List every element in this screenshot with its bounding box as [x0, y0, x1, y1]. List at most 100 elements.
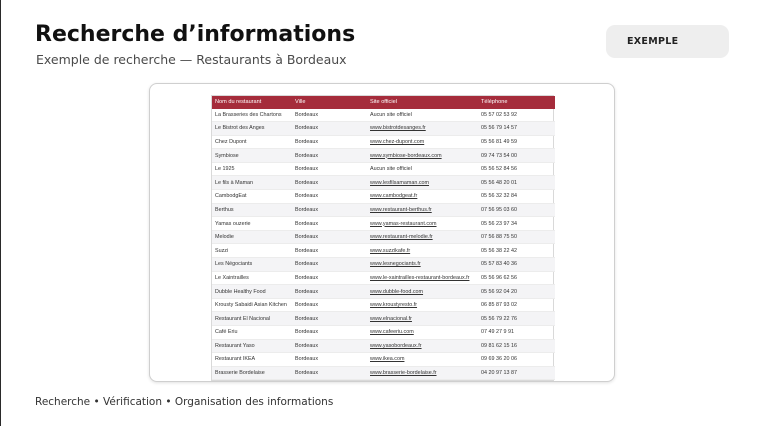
cell-restaurant-name: Dubble Healthy Food [212, 284, 292, 299]
website-link[interactable]: www.suzzikafe.fr [367, 243, 478, 259]
cell-restaurant-name: Café Eriu [212, 325, 292, 340]
cell-restaurant-name: Restaurant IKEA [212, 352, 292, 367]
cell-phone: 04 20 97 13 87 [478, 366, 555, 381]
cell-restaurant-name: Les Négociants [212, 257, 292, 272]
cell-phone: 05 56 38 22 42 [478, 243, 555, 259]
table-row: Suzzi Bordeaux www.suzzikafe.fr 05 56 38 22… [212, 243, 555, 259]
cell-city: Bordeaux [292, 162, 367, 177]
cell-restaurant-name: Krousty Sabaidi Asian Kitchen [212, 298, 292, 313]
cell-city: Bordeaux [292, 216, 367, 231]
table-row: Dubble Healthy Food Bordeaux www.dubble-fo… [212, 284, 555, 299]
table-row: Berthus Bordeaux www.restaurant-berthus.fr… [212, 203, 555, 218]
restaurant-table-sheet: Nom du restaurant Ville Site officiel Té… [211, 95, 555, 382]
website-link[interactable]: www.yamas-restaurant.com [367, 216, 478, 231]
cell-phone: 09 81 62 15 16 [478, 339, 555, 354]
cell-city: Bordeaux [292, 108, 367, 123]
cell-phone: 07 56 95 03 60 [478, 203, 555, 218]
cell-restaurant-name: Chez Dupont [212, 135, 292, 150]
page-subtitle: Exemple de recherche — Restaurants à Bor… [36, 52, 347, 67]
cell-city: Bordeaux [292, 339, 367, 354]
cell-city: Bordeaux [292, 311, 367, 326]
cell-phone: 05 56 79 14 57 [478, 121, 555, 136]
column-header-phone: Téléphone [478, 96, 555, 109]
cell-city: Bordeaux [292, 230, 367, 245]
website-link[interactable]: www.bistrotdesanges.fr [367, 121, 478, 136]
table-row: Chez Dupont Bordeaux www.chez-dupont.com 05… [212, 135, 555, 150]
cell-website: Aucun site officiel [367, 162, 478, 177]
cell-city: Bordeaux [292, 135, 367, 150]
website-link[interactable]: www.cambodgeat.fr [367, 189, 478, 204]
cell-city: Bordeaux [292, 271, 367, 286]
table-row: Krousty Sabaidi Asian Kitchen Bordeaux www… [212, 298, 555, 313]
table-body: La Brasseries des Chartons Bordeaux Aucun … [212, 108, 555, 381]
cell-phone: 09 74 73 54 00 [478, 148, 555, 163]
page-title: Recherche d’informations [35, 22, 356, 47]
table-row: Yamas ouzerie Bordeaux www.yamas-restauran… [212, 216, 555, 231]
table-row: Restaurant El Nacional Bordeaux www.elnaci… [212, 311, 555, 326]
website-link[interactable]: www.symbiose-bordeaux.com [367, 148, 478, 163]
cell-restaurant-name: La Brasseries des Chartons [212, 108, 292, 123]
cell-phone: 05 56 92 04 20 [478, 284, 555, 299]
website-link[interactable]: www.yasobordeaux.fr [367, 339, 478, 354]
cell-restaurant-name: CambodgEat [212, 189, 292, 204]
table-row: Café Eriu Bordeaux www.cafeeriu.com 07 49 2… [212, 325, 555, 340]
website-link[interactable]: www.lesnegociants.fr [367, 257, 478, 272]
cell-restaurant-name: Yamas ouzerie [212, 216, 292, 231]
website-link[interactable]: www.elnacional.fr [367, 311, 478, 326]
cell-city: Bordeaux [292, 121, 367, 136]
table-row: Restaurant Yaso Bordeaux www.yasobordeaux.… [212, 339, 555, 354]
table-row: Le Xaintrailles Bordeaux www.le-xaintraill… [212, 271, 555, 286]
footer-caption: Recherche • Vérification • Organisation … [35, 396, 334, 408]
website-link[interactable]: www.restaurant-melodie.fr [367, 230, 478, 245]
cell-restaurant-name: Brasserie Bordelaise [212, 366, 292, 381]
cell-city: Bordeaux [292, 189, 367, 204]
cell-city: Bordeaux [292, 257, 367, 272]
example-badge: EXEMPLE [606, 25, 729, 58]
cell-city: Bordeaux [292, 175, 367, 191]
column-header-city: Ville [292, 96, 367, 109]
cell-restaurant-name: Le Xaintrailles [212, 271, 292, 286]
website-link[interactable]: www.lesfilsamaman.com [367, 175, 478, 191]
cell-restaurant-name: Restaurant Yaso [212, 339, 292, 354]
cell-phone: 05 56 48 20 01 [478, 175, 555, 191]
cell-phone: 05 56 81 49 59 [478, 135, 555, 150]
table-row: Restaurant IKEA Bordeaux www.ikea.com 09 69… [212, 352, 555, 367]
table-header-row: Nom du restaurant Ville Site officiel Té… [212, 96, 555, 109]
table-row: Le fils à Maman Bordeaux www.lesfilsamaman… [212, 175, 555, 191]
restaurant-table: Nom du restaurant Ville Site officiel Té… [212, 96, 555, 381]
column-header-site: Site officiel [367, 96, 478, 109]
cell-restaurant-name: Melodie [212, 230, 292, 245]
cell-phone: 05 56 52 84 56 [478, 162, 555, 177]
cell-city: Bordeaux [292, 352, 367, 367]
cell-website: Aucun site officiel [367, 108, 478, 123]
cell-restaurant-name: Symbiose [212, 148, 292, 163]
table-row: Symbiose Bordeaux www.symbiose-bordeaux.co… [212, 148, 555, 163]
website-link[interactable]: www.cafeeriu.com [367, 325, 478, 340]
cell-city: Bordeaux [292, 148, 367, 163]
website-link[interactable]: www.ikea.com [367, 352, 478, 367]
table-row: Melodie Bordeaux www.restaurant-melodie.fr… [212, 230, 555, 245]
cell-restaurant-name: Restaurant El Nacional [212, 311, 292, 326]
website-link[interactable]: www.brasserie-bordelaise.fr [367, 366, 478, 381]
website-link[interactable]: www.chez-dupont.com [367, 135, 478, 150]
cell-phone: 05 56 23 97 34 [478, 216, 555, 231]
cell-city: Bordeaux [292, 366, 367, 381]
cell-phone: 05 56 32 32 84 [478, 189, 555, 204]
website-link[interactable]: www.kroustyresto.fr [367, 298, 478, 313]
cell-phone: 07 56 88 75 50 [478, 230, 555, 245]
cell-restaurant-name: Berthus [212, 203, 292, 218]
cell-phone: 05 56 96 62 56 [478, 271, 555, 286]
website-link[interactable]: www.le-xaintrailles-restaurant-bordeaux.… [367, 271, 478, 286]
website-link[interactable]: www.dubble-food.com [367, 284, 478, 299]
cell-restaurant-name: Suzzi [212, 243, 292, 259]
cell-city: Bordeaux [292, 284, 367, 299]
cell-phone: 09 69 36 20 06 [478, 352, 555, 367]
cell-restaurant-name: Le fils à Maman [212, 175, 292, 191]
cell-city: Bordeaux [292, 325, 367, 340]
table-row: Le 1925 Bordeaux Aucun site officiel 05 56 … [212, 162, 555, 177]
cell-city: Bordeaux [292, 203, 367, 218]
cell-city: Bordeaux [292, 243, 367, 259]
column-header-name: Nom du restaurant [212, 96, 292, 109]
website-link[interactable]: www.restaurant-berthus.fr [367, 203, 478, 218]
cell-city: Bordeaux [292, 298, 367, 313]
